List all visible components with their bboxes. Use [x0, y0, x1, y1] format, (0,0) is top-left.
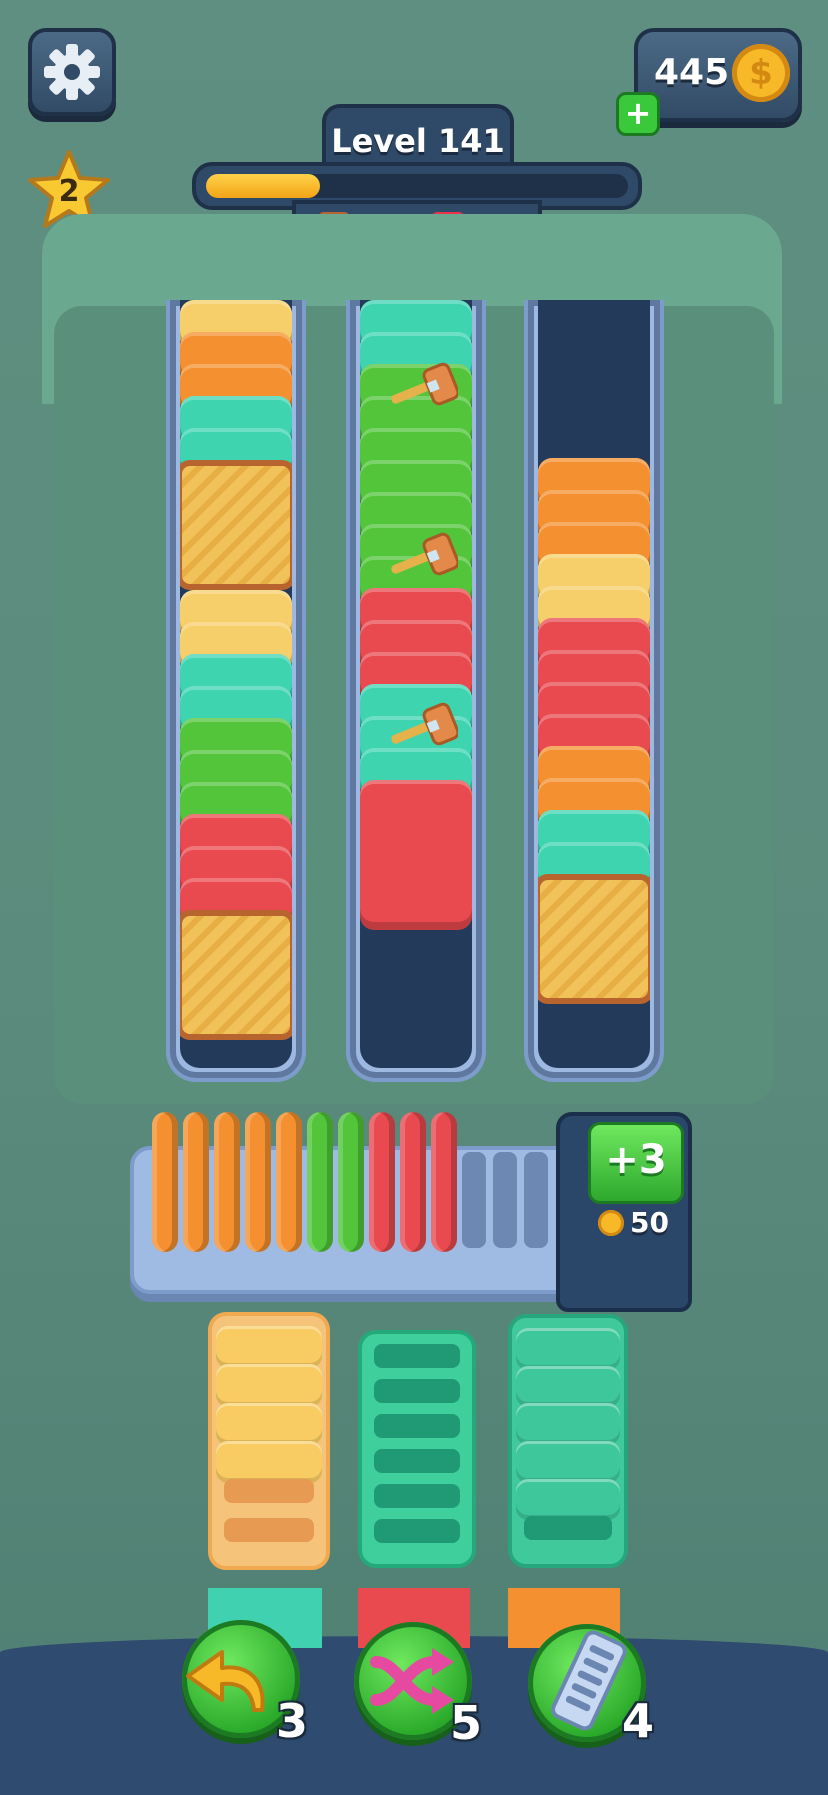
bin-slab-filled	[516, 1328, 620, 1370]
bin-slab-filled	[216, 1326, 322, 1369]
gear-icon	[44, 44, 100, 100]
sort-bin-yellow[interactable]	[208, 1312, 330, 1570]
rack-count: 4	[622, 1694, 655, 1748]
wooden-crate	[180, 460, 292, 590]
ring-orange	[214, 1112, 240, 1252]
bin-slot-empty	[524, 1516, 612, 1541]
empty-ring-slot	[493, 1152, 517, 1248]
bin-slab-filled	[216, 1402, 322, 1445]
settings-button[interactable]	[28, 28, 116, 116]
ring-orange	[276, 1112, 302, 1252]
coin-icon: $	[732, 44, 790, 102]
hammer-icon	[391, 702, 458, 746]
bin-slot-empty	[374, 1519, 460, 1543]
add-slots-label: +3	[605, 1137, 667, 1183]
add-slots-cost: 50	[630, 1206, 669, 1239]
tube-1[interactable]	[166, 300, 306, 1082]
ring-buffer-slots	[152, 1112, 592, 1262]
bin-slab-filled	[516, 1403, 620, 1445]
bin-slot-empty	[224, 1517, 314, 1542]
bin-slot-empty	[374, 1379, 460, 1403]
bin-slot-empty	[224, 1479, 314, 1504]
shuffle-count: 5	[450, 1696, 483, 1750]
ring-orange	[152, 1112, 178, 1252]
ring-green	[338, 1112, 364, 1252]
ring-orange	[183, 1112, 209, 1252]
sort-bin-teal-dark[interactable]	[508, 1314, 628, 1568]
bin-slab-filled	[516, 1365, 620, 1408]
coin-amount: 445	[654, 52, 730, 93]
ring-red	[369, 1112, 395, 1252]
hammer-icon	[391, 532, 458, 576]
empty-ring-slot	[524, 1152, 548, 1248]
tube-2[interactable]	[346, 300, 486, 1082]
bin-slab-filled	[216, 1441, 322, 1484]
sort-bin-teal[interactable]	[358, 1330, 476, 1568]
bin-slot-empty	[374, 1484, 460, 1508]
ring-red	[431, 1112, 457, 1252]
bin-slab-filled	[516, 1478, 620, 1521]
coin-icon	[598, 1210, 624, 1236]
ring-red	[400, 1112, 426, 1252]
level-title: Level 141	[331, 122, 505, 160]
empty-ring-slot	[462, 1152, 486, 1248]
star-count: 2	[58, 174, 80, 209]
bin-slot-empty	[374, 1449, 460, 1473]
bin-slab-filled	[516, 1441, 620, 1483]
hammer-icon	[391, 362, 458, 406]
undo-count: 3	[276, 1694, 309, 1748]
add-coins-button[interactable]: +	[616, 92, 660, 136]
bin-slab-filled	[216, 1364, 322, 1407]
bin-slot-empty	[374, 1344, 460, 1368]
ring-orange	[245, 1112, 271, 1252]
ring-green	[307, 1112, 333, 1252]
slab-red	[360, 780, 472, 930]
wooden-crate	[180, 910, 292, 1040]
cracked-crate	[538, 874, 650, 1004]
tube-3[interactable]	[524, 300, 664, 1082]
level-progress-fill	[206, 174, 320, 198]
add-slots-button[interactable]: +3	[588, 1122, 684, 1204]
bin-slot-empty	[374, 1414, 460, 1438]
